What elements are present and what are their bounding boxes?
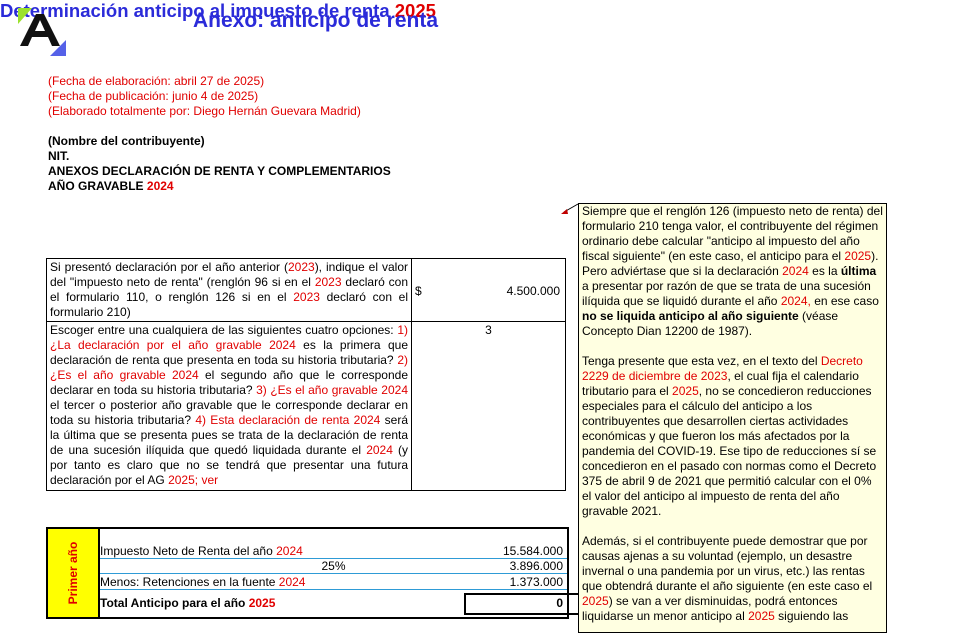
comment-paragraph-2: Tenga presente que esta vez, en el texto… (582, 354, 877, 518)
comment-paragraph-1: Siempre que el renglón 126 (impuesto net… (582, 204, 883, 338)
retenciones-value: 1.373.000 (509, 575, 563, 589)
question-options: Escoger entre una cualquiera de las sigu… (46, 321, 412, 491)
total-anticipo-value: 0 (556, 596, 563, 610)
comment-paragraph-3: Además, si el contribuyente puede demost… (582, 534, 873, 623)
question-previous-tax: Si presentó declaración por el año anter… (46, 258, 412, 322)
page-title: Anexo: anticipo de renta (193, 9, 439, 32)
comment-note: Siempre que el renglón 126 (impuesto net… (578, 203, 887, 633)
side-label-box: Primer año (48, 529, 100, 617)
fecha-elaboracion: (Fecha de elaboración: abril 27 de 2025) (48, 74, 265, 88)
ano-gravable-label: AÑO GRAVABLE (48, 179, 147, 193)
input-table: Si presentó declaración por el año anter… (46, 258, 566, 491)
impuesto-neto-value: 15.584.000 (502, 544, 563, 558)
currency-symbol: $ (415, 284, 422, 298)
nit-label: NIT. (48, 149, 70, 163)
section-subtitle: Determinación anticipo al impuesto de re… (0, 0, 953, 22)
porcentaje-value: 3.896.000 (509, 559, 563, 573)
ano-gravable: AÑO GRAVABLE 2024 (48, 179, 174, 193)
comment-pointer-icon (561, 203, 579, 214)
fecha-publicacion: (Fecha de publicación: junio 4 de 2025) (48, 89, 259, 103)
porcentaje-label: 25% (321, 559, 346, 573)
anexos-heading: ANEXOS DECLARACIÓN DE RENTA Y COMPLEMENT… (48, 164, 391, 178)
summary-box: Primer año Impuesto Neto de Renta del añ… (46, 527, 618, 619)
actualicese-logo (18, 8, 66, 56)
nombre-contribuyente: (Nombre del contribuyente) (48, 134, 205, 148)
ano-gravable-value: 2024 (146, 179, 174, 193)
summary-row-impuesto[interactable]: Impuesto Neto de Renta del año 2024 15.5… (100, 544, 567, 559)
selected-option: 3 (485, 323, 492, 337)
previous-tax-amount-cell[interactable]: $ 4.500.000 (411, 258, 566, 322)
previous-tax-amount: 4.500.000 (506, 284, 560, 298)
side-label: Primer año (66, 541, 80, 605)
summary-row-retenciones[interactable]: Menos: Retenciones en la fuente 2024 1.3… (100, 575, 567, 590)
summary-row-porcentaje[interactable]: 25% 3.896.000 (100, 559, 567, 574)
elaborado-por: (Elaborado totalmente por: Diego Hernán … (48, 104, 361, 118)
summary-row-total[interactable]: Total Anticipo para el año 2025 0 (100, 593, 618, 615)
selected-option-cell[interactable]: 3 (411, 321, 566, 491)
